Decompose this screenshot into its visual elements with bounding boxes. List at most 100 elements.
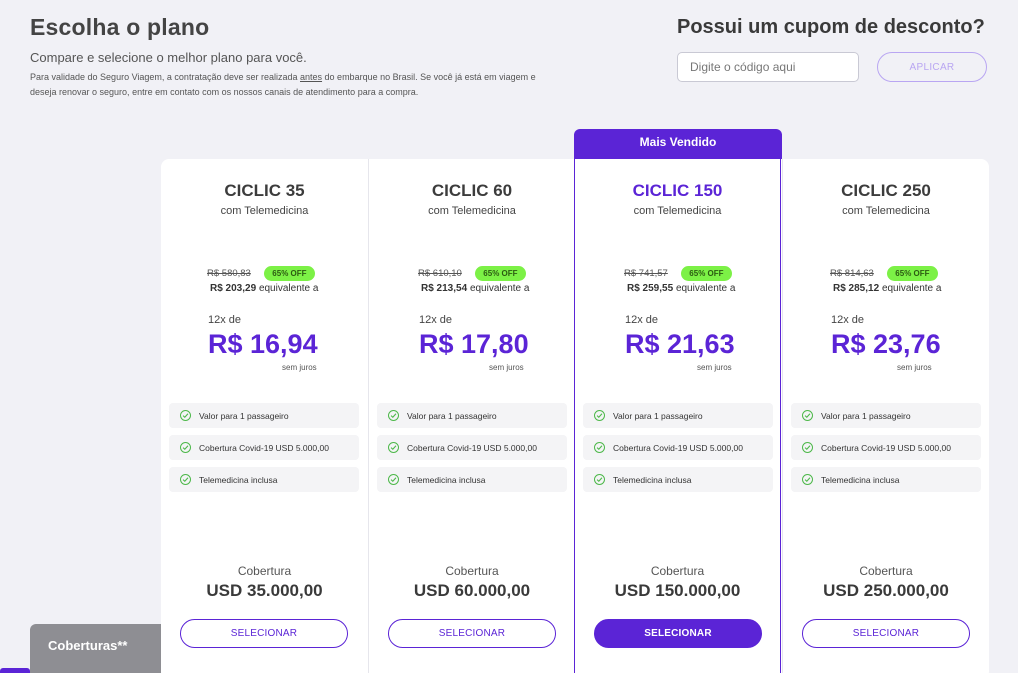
check-circle-icon — [180, 442, 191, 453]
check-circle-icon — [388, 442, 399, 453]
select-plan-button[interactable]: SELECIONAR — [388, 619, 556, 648]
page-note: Para validade do Seguro Viagem, a contra… — [30, 70, 550, 100]
feature-item: Telemedicina inclusa — [791, 467, 981, 492]
feature-label: Valor para 1 passageiro — [199, 410, 289, 421]
note-text-before: Para validade do Seguro Viagem, a contra… — [30, 72, 301, 82]
discount-badge: 65% OFF — [475, 266, 526, 282]
coverage-label: Cobertura — [859, 564, 913, 578]
check-circle-icon — [388, 410, 399, 421]
coupon-title: Possui um cupom de desconto? — [677, 16, 985, 38]
feature-label: Telemedicina inclusa — [821, 474, 900, 485]
feature-label: Cobertura Covid-19 USD 5.000,00 — [821, 442, 951, 453]
old-price-row: R$ 814,63 65% OFF — [830, 265, 938, 282]
plan-subtitle: com Telemedicina — [842, 205, 930, 217]
feature-label: Cobertura Covid-19 USD 5.000,00 — [199, 442, 329, 453]
interest-label: sem juros — [897, 363, 932, 372]
coverage-label: Cobertura — [445, 564, 499, 578]
scroll-indicator — [0, 668, 30, 673]
plan-name: CICLIC 60 — [431, 181, 513, 200]
plans-container: CICLIC 35 com Telemedicina R$ 580,83 65%… — [161, 159, 989, 673]
old-price-row: R$ 741,57 65% OFF — [624, 265, 732, 282]
page-subtitle: Compare e selecione o melhor plano para … — [30, 50, 307, 65]
total-price-line: R$ 259,55 equivalente a — [627, 283, 735, 294]
plan-name: CICLIC 35 — [224, 181, 305, 200]
old-price-row: R$ 610,10 65% OFF — [418, 265, 526, 282]
feature-label: Telemedicina inclusa — [613, 474, 692, 485]
coverage-value: USD 60.000,00 — [413, 581, 531, 600]
plan-card-4: CICLIC 250 com Telemedicina R$ 814,63 65… — [782, 159, 989, 673]
feature-label: Valor para 1 passageiro — [613, 410, 703, 421]
plan-subtitle: com Telemedicina — [633, 205, 722, 217]
installments-label: 12x de — [419, 314, 453, 326]
check-circle-icon — [388, 474, 399, 485]
select-plan-button[interactable]: SELECIONAR — [180, 619, 348, 648]
check-circle-icon — [802, 474, 813, 485]
coverage-value: USD 150.000,00 — [614, 581, 741, 600]
total-price: R$ 285,12 — [833, 283, 880, 294]
installments-label: 12x de — [831, 314, 865, 326]
total-price: R$ 213,54 — [421, 283, 468, 294]
check-circle-icon — [802, 442, 813, 453]
feature-item: Cobertura Covid-19 USD 5.000,00 — [169, 435, 359, 460]
plan-name: CICLIC 250 — [841, 181, 931, 200]
coverage-label: Cobertura — [237, 564, 292, 578]
feature-label: Valor para 1 passageiro — [407, 410, 497, 421]
interest-label: sem juros — [489, 363, 524, 372]
feature-label: Telemedicina inclusa — [407, 474, 486, 485]
discount-badge: 65% OFF — [887, 266, 938, 282]
installment-price: R$ 17,80 — [419, 329, 529, 359]
plan-card-1: CICLIC 35 com Telemedicina R$ 580,83 65%… — [161, 159, 368, 673]
page-header: Escolha o plano Compare e selecione o me… — [30, 14, 550, 100]
feature-item: Cobertura Covid-19 USD 5.000,00 — [583, 435, 773, 460]
check-circle-icon — [802, 410, 813, 421]
apply-coupon-button[interactable]: APLICAR — [877, 52, 987, 82]
equivalent-text: equivalente a — [675, 283, 736, 294]
equivalent-text: equivalente a — [258, 283, 319, 294]
select-plan-button[interactable]: SELECIONAR — [594, 619, 762, 648]
installments-label: 12x de — [208, 314, 242, 326]
feature-item: Cobertura Covid-19 USD 5.000,00 — [791, 435, 981, 460]
total-price: R$ 259,55 — [627, 283, 674, 294]
coupon-input[interactable] — [677, 52, 859, 82]
feature-label: Cobertura Covid-19 USD 5.000,00 — [613, 442, 743, 453]
old-price-row: R$ 580,83 65% OFF — [207, 265, 315, 282]
check-circle-icon — [180, 410, 191, 421]
equivalent-text: equivalente a — [881, 283, 942, 294]
feature-item: Valor para 1 passageiro — [169, 403, 359, 428]
plan-card-3: CICLIC 150 com Telemedicina R$ 741,57 65… — [574, 159, 781, 673]
coverages-tab[interactable]: Coberturas** — [30, 624, 161, 673]
features-list: Valor para 1 passageiro Cobertura Covid-… — [791, 403, 981, 499]
plan-subtitle: com Telemedicina — [428, 205, 516, 217]
interest-label: sem juros — [282, 363, 317, 372]
installment-price: R$ 21,63 — [625, 329, 735, 359]
feature-item: Valor para 1 passageiro — [377, 403, 567, 428]
best-seller-tag: Mais Vendido — [574, 129, 782, 159]
equivalent-text: equivalente a — [469, 283, 530, 294]
old-price: R$ 741,57 — [624, 268, 668, 280]
feature-item: Valor para 1 passageiro — [583, 403, 773, 428]
plan-card-2: CICLIC 60 com Telemedicina R$ 610,10 65%… — [368, 159, 575, 673]
feature-label: Telemedicina inclusa — [199, 474, 278, 485]
old-price: R$ 814,63 — [830, 268, 874, 280]
check-circle-icon — [180, 474, 191, 485]
feature-item: Telemedicina inclusa — [169, 467, 359, 492]
feature-item: Cobertura Covid-19 USD 5.000,00 — [377, 435, 567, 460]
check-circle-icon — [594, 410, 605, 421]
feature-label: Valor para 1 passageiro — [821, 410, 911, 421]
check-circle-icon — [594, 442, 605, 453]
installment-price: R$ 23,76 — [831, 329, 941, 359]
old-price: R$ 580,83 — [207, 268, 251, 280]
features-list: Valor para 1 passageiro Cobertura Covid-… — [583, 403, 773, 499]
plan-subtitle: com Telemedicina — [220, 205, 309, 217]
features-list: Valor para 1 passageiro Cobertura Covid-… — [377, 403, 567, 499]
check-circle-icon — [594, 474, 605, 485]
select-plan-button[interactable]: SELECIONAR — [802, 619, 970, 648]
coupon-row: APLICAR — [677, 52, 997, 82]
total-price-line: R$ 213,54 equivalente a — [421, 283, 529, 294]
total-price: R$ 203,29 — [210, 283, 257, 294]
installments-label: 12x de — [625, 314, 659, 326]
old-price: R$ 610,10 — [418, 268, 462, 280]
feature-label: Cobertura Covid-19 USD 5.000,00 — [407, 442, 537, 453]
coupon-section: Possui um cupom de desconto? APLICAR — [677, 16, 997, 82]
interest-label: sem juros — [697, 363, 732, 372]
